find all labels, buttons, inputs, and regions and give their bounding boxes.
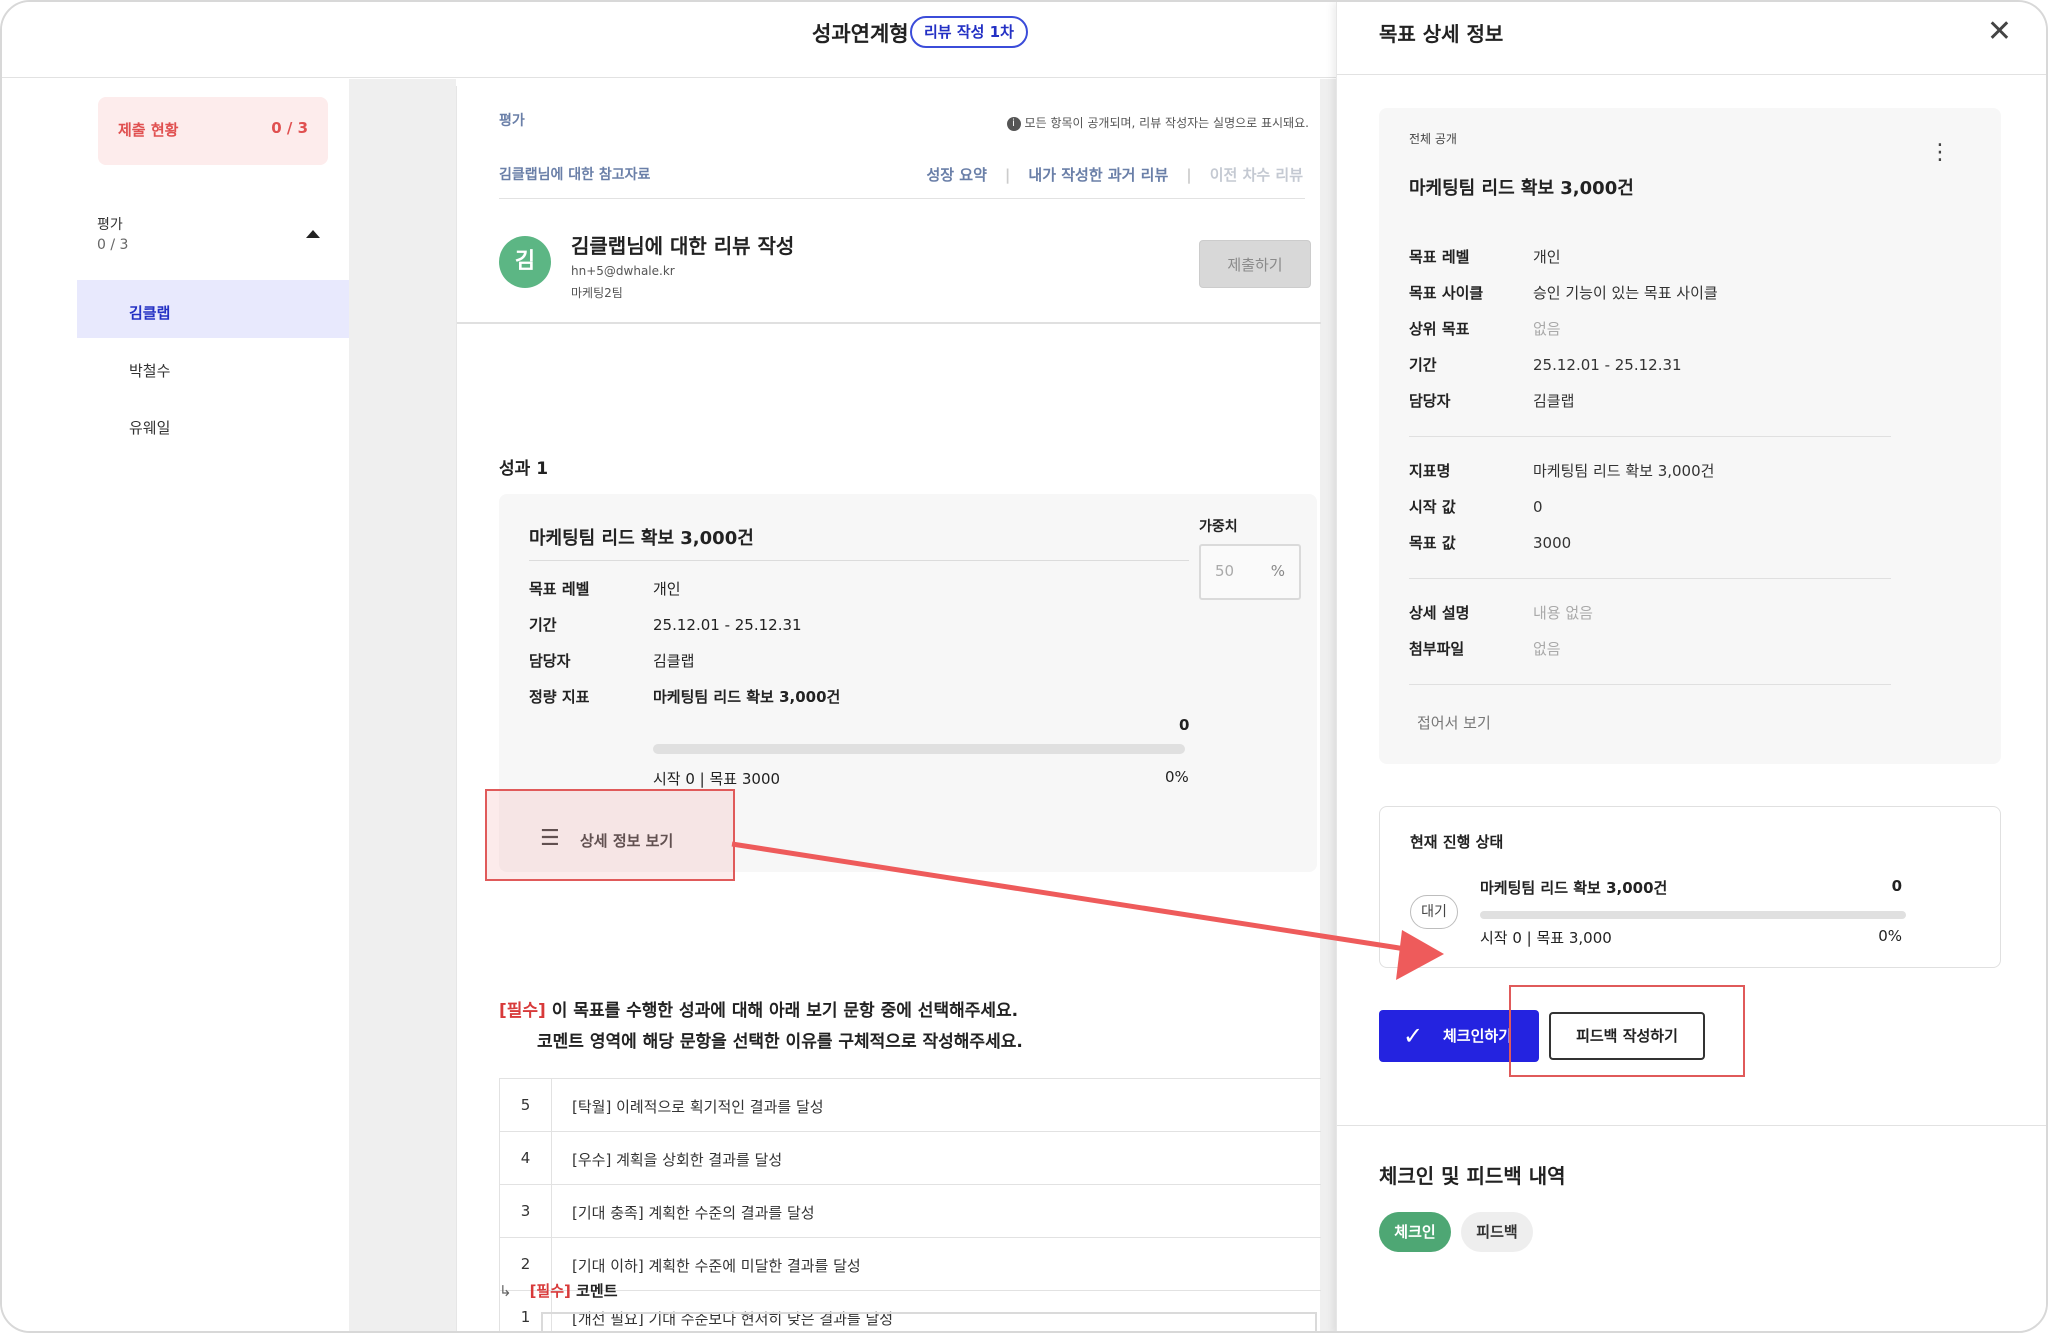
arrow-head [1396,930,1444,980]
arrow-line [731,841,1413,953]
app-window: 성과연계형 리뷰 작성 1차 제출 현황 0 / 3 평가 0 / 3 김클랩 … [0,0,2048,1333]
annotation-arrow [731,841,1444,980]
